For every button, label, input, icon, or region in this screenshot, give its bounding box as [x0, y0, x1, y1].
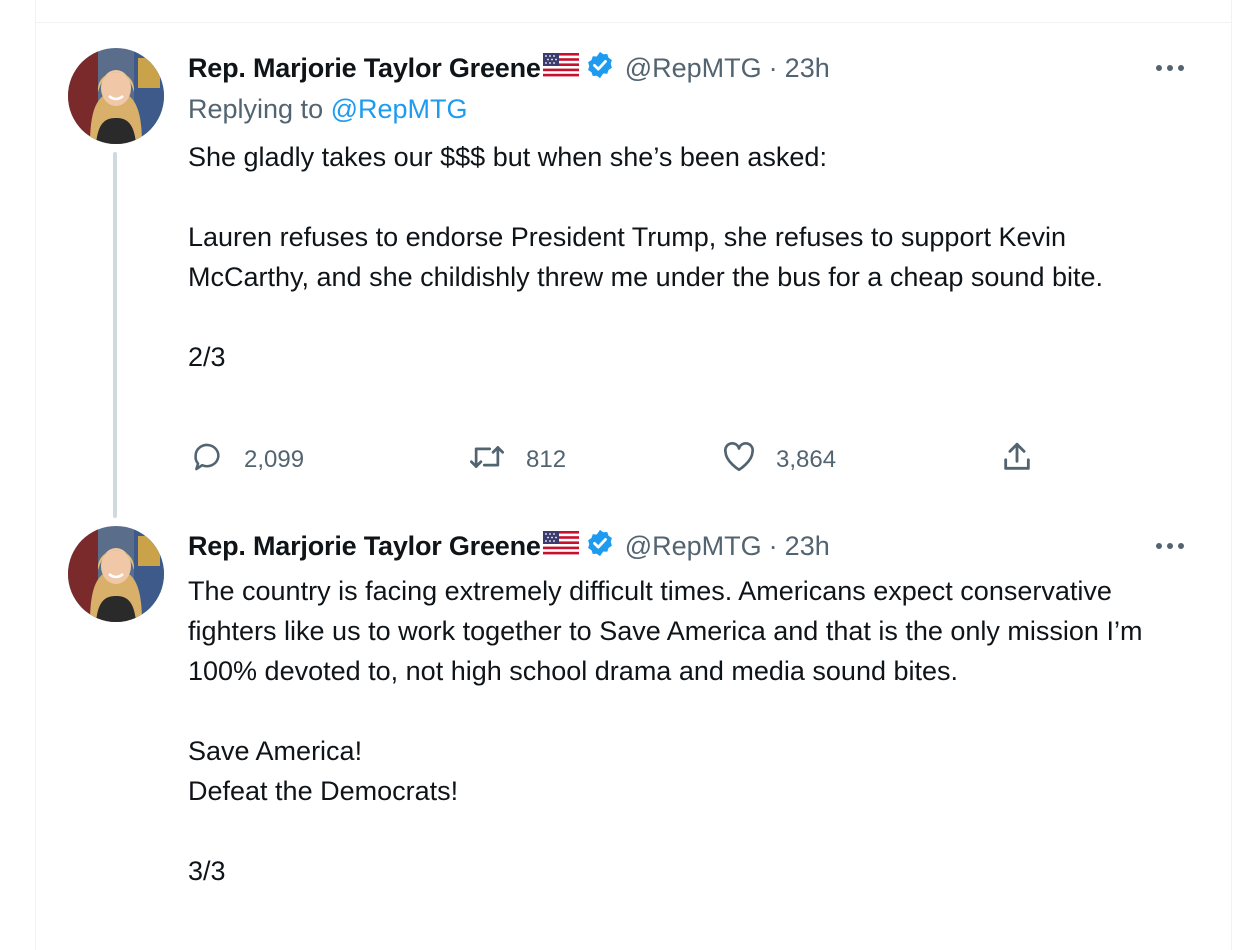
like-button[interactable]: 3,864 [722, 440, 836, 480]
tweet-text: The country is facing extremely difficul… [188, 571, 1188, 891]
share-icon [1000, 440, 1034, 481]
verified-badge-icon[interactable] [585, 528, 615, 565]
more-options-icon[interactable] [1150, 50, 1190, 86]
tweet-paragraph: Lauren refuses to endorse President Trum… [188, 222, 1103, 292]
separator-dot: · [768, 530, 778, 561]
reply-count: 2,099 [244, 446, 305, 473]
like-count: 3,864 [776, 446, 837, 473]
reply-button[interactable]: 2,099 [190, 440, 304, 480]
us-flag-icon [542, 52, 579, 84]
avatar[interactable] [68, 48, 164, 144]
us-flag-icon [542, 530, 579, 562]
retweet-icon [468, 442, 506, 479]
tweet-paragraph: She gladly takes our $$$ but when she’s … [188, 142, 827, 172]
tweet-paragraph: 2/3 [188, 342, 226, 372]
tweet-timestamp[interactable]: 23h [785, 53, 830, 84]
retweet-button[interactable]: 812 [468, 440, 566, 480]
replying-to-label: Replying to [188, 94, 324, 124]
tweet-actions: 2,099 812 3,864 [188, 440, 1048, 480]
divider [35, 22, 1232, 23]
avatar[interactable] [68, 526, 164, 622]
thread-connector-line [113, 152, 117, 518]
share-button[interactable] [1000, 440, 1034, 480]
verified-badge-icon[interactable] [585, 50, 615, 87]
more-options-icon[interactable] [1150, 528, 1190, 564]
author-handle[interactable]: @RepMTG [625, 531, 762, 562]
retweet-count: 812 [526, 446, 567, 473]
replying-to-link[interactable]: @RepMTG [331, 94, 468, 124]
reply-icon [190, 440, 224, 481]
author-handle[interactable]: @RepMTG [625, 53, 762, 84]
tweet-text: She gladly takes our $$$ but when she’s … [188, 137, 1188, 377]
replying-to-line: Replying to @RepMTG [188, 94, 468, 125]
separator-dot: · [768, 52, 778, 83]
tweet-timestamp[interactable]: 23h [785, 531, 830, 562]
author-name[interactable]: Rep. Marjorie Taylor Greene [188, 53, 541, 84]
tweet-paragraph: The country is facing extremely difficul… [188, 576, 1143, 686]
author-name[interactable]: Rep. Marjorie Taylor Greene [188, 531, 541, 562]
tweet-paragraph: Save America! Defeat the Democrats! [188, 736, 459, 806]
heart-icon [722, 441, 756, 480]
tweet-header: Rep. Marjorie Taylor Greene @RepMTG · 23… [188, 50, 830, 86]
tweet-header: Rep. Marjorie Taylor Greene @RepMTG · 23… [188, 528, 830, 564]
tweet-paragraph: 3/3 [188, 856, 226, 886]
